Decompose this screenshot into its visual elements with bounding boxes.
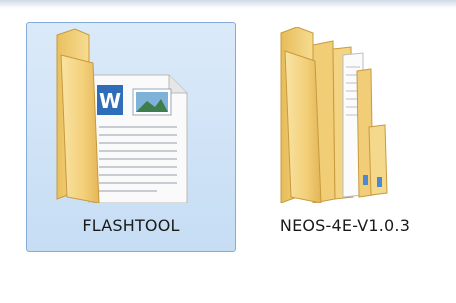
folder-item-flashtool[interactable]: W FLASHTOOL <box>26 22 236 252</box>
folder-label: FLASHTOOL <box>82 216 180 235</box>
folder-grid: W FLASHTOOL NEOS-4E-V1.0.3 <box>0 0 456 303</box>
folder-label: NEOS-4E-V1.0.3 <box>279 216 411 235</box>
folder-with-documents-icon: W <box>37 27 227 203</box>
folder-item-neos[interactable]: NEOS-4E-V1.0.3 <box>240 22 450 252</box>
svg-text:W: W <box>99 89 121 113</box>
folder-with-files-icon <box>251 27 441 203</box>
